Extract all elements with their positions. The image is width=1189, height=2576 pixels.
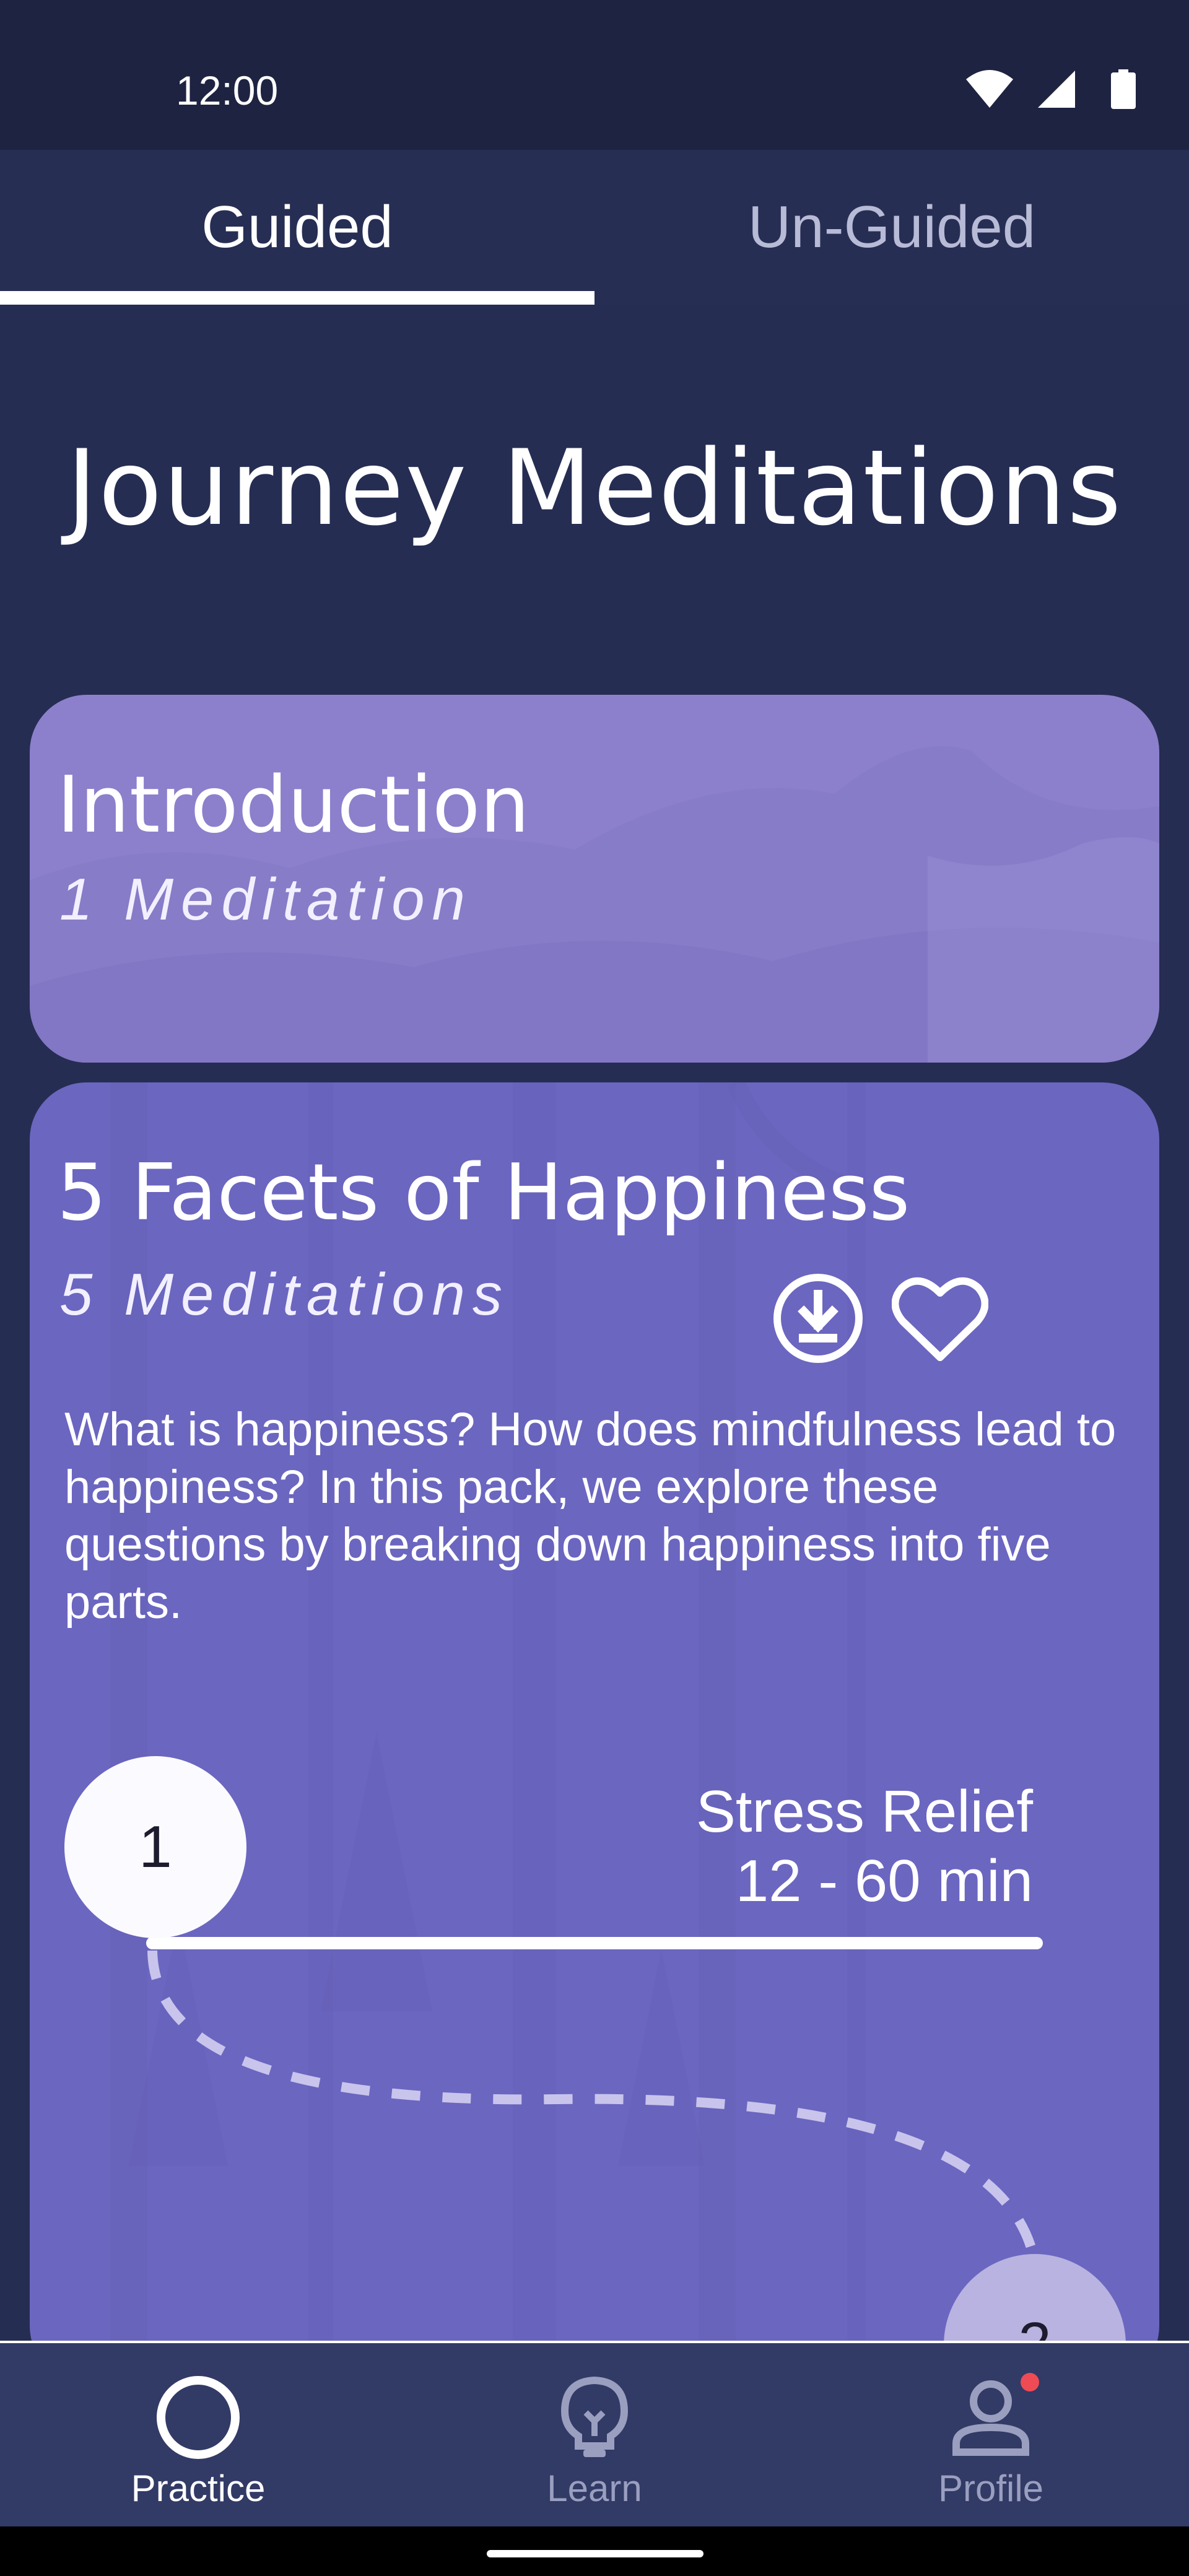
introduction-subtitle: 1 Meditation <box>59 866 473 933</box>
download-button[interactable] <box>772 1272 865 1365</box>
nav-practice-label: Practice <box>131 2468 266 2509</box>
page-title: Journey Meditations <box>66 427 1123 549</box>
facets-description: What is happiness? How does mindfulness … <box>64 1403 1117 1629</box>
status-time: 12:00 <box>176 67 279 113</box>
nav-practice[interactable]: Practice <box>0 2343 396 2529</box>
tab-unguided[interactable]: Un-Guided <box>594 150 1189 305</box>
journey-step-1[interactable]: 1 <box>64 1756 246 1938</box>
heart-icon <box>891 1277 989 1361</box>
journey-step-1-duration: 12 - 60 min <box>735 1848 1033 1914</box>
tab-unguided-label: Un-Guided <box>747 194 1036 260</box>
download-icon <box>773 1274 863 1363</box>
signal-icon <box>1038 71 1075 108</box>
facets-subtitle: 5 Meditations <box>59 1261 510 1328</box>
facets-title: 5 Facets of Happiness <box>57 1147 910 1238</box>
tab-guided-label: Guided <box>201 194 393 260</box>
home-gesture-handle[interactable] <box>487 2550 703 2557</box>
bottom-navigation: Practice Learn Profile <box>0 2341 1189 2526</box>
favorite-button[interactable] <box>891 1272 989 1365</box>
nav-profile-label: Profile <box>938 2468 1044 2509</box>
introduction-title: Introduction <box>57 759 530 850</box>
nav-learn-label: Learn <box>547 2468 642 2509</box>
battery-icon <box>1111 69 1136 109</box>
gesture-bar <box>0 2526 1189 2576</box>
nav-learn[interactable]: Learn <box>396 2343 793 2529</box>
tab-indicator <box>0 291 594 305</box>
journey-step-1-info: Stress Relief 12 - 60 min <box>696 1777 1033 1916</box>
wifi-icon <box>966 70 1013 108</box>
journey-step-1-number: 1 <box>139 1814 172 1880</box>
tab-guided[interactable]: Guided <box>0 150 594 305</box>
circle-icon <box>157 2376 240 2459</box>
nav-profile[interactable]: Profile <box>793 2343 1189 2529</box>
person-icon <box>952 2380 1029 2456</box>
notification-badge <box>1021 2373 1039 2391</box>
lightbulb-icon <box>560 2376 629 2457</box>
status-bar: 12:00 <box>0 0 1189 150</box>
journey-step-1-name: Stress Relief <box>695 1778 1033 1845</box>
tab-bar: Guided Un-Guided <box>0 150 1189 305</box>
